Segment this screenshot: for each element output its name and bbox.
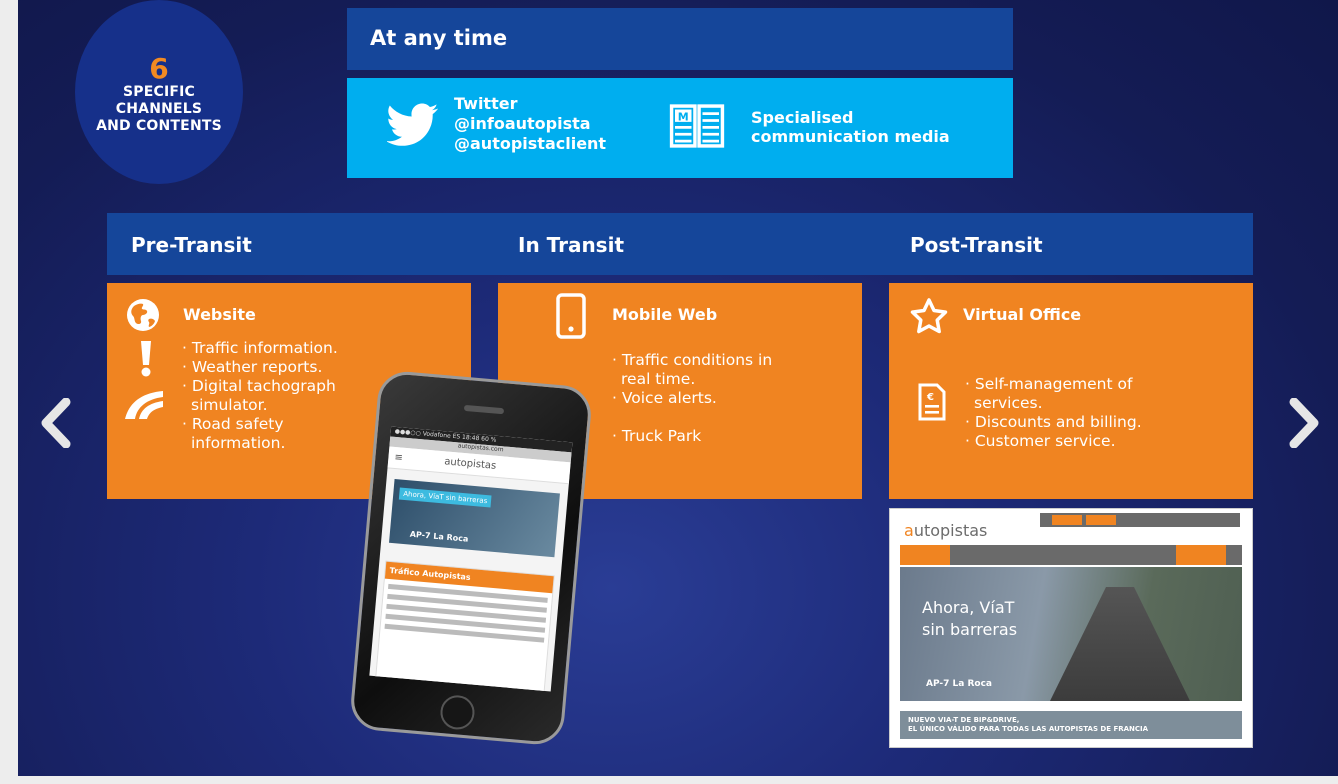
previous-slide-button[interactable]	[38, 397, 74, 449]
svg-text:M: M	[678, 111, 689, 124]
virtual-office-title: Virtual Office	[963, 305, 1082, 324]
in-transit-header: In Transit	[518, 233, 625, 257]
website-hero-title: Ahora, VíaT sin barreras	[922, 598, 1018, 639]
mobile-web-title: Mobile Web	[612, 305, 718, 324]
website-footer-banner: NUEVO VIA-T DE BIP&DRIVE, EL ÚNICO VÁLID…	[900, 711, 1242, 739]
anytime-channels: Twitter @infoautopista @autopistaclient …	[347, 78, 1013, 178]
website-hero-caption: AP-7 La Roca	[926, 679, 992, 689]
website-nav-bar	[900, 545, 1242, 565]
page-bottom-margin	[0, 776, 1338, 784]
badge-line-1: SPECIFIC	[122, 83, 196, 100]
virtual-office-features: Self-management ofservices. Discounts an…	[963, 375, 1243, 451]
next-slide-button[interactable]	[1286, 397, 1322, 449]
virtual-office-card: € Virtual Office Self-management ofservi…	[889, 283, 1253, 499]
feature-discounts-billing: Discounts and billing.	[963, 413, 1243, 432]
phone-screen: ●●●○○ Vodafone ES 18:48 60 % autopistas.…	[369, 426, 573, 692]
feature-voice-alerts: Voice alerts.	[610, 389, 850, 408]
mobile-web-features: Traffic conditions inreal time. Voice al…	[610, 351, 850, 446]
website-top-bar	[1040, 513, 1240, 527]
post-transit-header: Post-Transit	[910, 233, 1043, 257]
exclamation-icon	[141, 341, 151, 377]
media-line-2: communication media	[751, 127, 950, 146]
chevron-right-icon	[1289, 397, 1319, 449]
page-left-margin	[0, 0, 18, 784]
svg-text:€: €	[926, 392, 934, 403]
website-title: Website	[183, 305, 256, 324]
road-image	[1050, 587, 1190, 701]
website-logo: autopistas	[904, 521, 988, 540]
star-icon	[910, 298, 948, 334]
phone-mockup: ●●●○○ Vodafone ES 18:48 60 % autopistas.…	[348, 369, 594, 747]
twitter-label: Twitter	[454, 94, 518, 113]
slide: 6 SPECIFIC CHANNELS AND CONTENTS At any …	[18, 0, 1338, 784]
channels-badge: 6 SPECIFIC CHANNELS AND CONTENTS	[75, 0, 243, 184]
phone-twitter-feed: Tráfico Autopistas	[374, 560, 555, 692]
road-icon	[125, 391, 163, 419]
twitter-bird-icon	[387, 103, 439, 146]
website-hero: Ahora, VíaT sin barreras AP-7 La Roca	[900, 567, 1242, 701]
twitter-handle-1: @infoautopista	[454, 114, 591, 133]
hamburger-menu-icon: ≡	[393, 451, 404, 464]
invoice-icon: €	[918, 383, 946, 421]
anytime-header: At any time	[347, 8, 1013, 70]
feature-customer-service: Customer service.	[963, 432, 1243, 451]
feature-truck-park: Truck Park	[610, 427, 850, 446]
twitter-handle-2: @autopistaclient	[454, 134, 607, 153]
phone-site-logo: autopistas	[443, 456, 497, 472]
twitter-channel: Twitter @infoautopista @autopistaclient	[454, 94, 606, 154]
badge-line-2: CHANNELS	[115, 100, 203, 117]
newspaper-icon: M	[669, 104, 725, 148]
mobile-phone-icon	[556, 293, 586, 339]
badge-line-3: AND CONTENTS	[96, 117, 222, 134]
feature-traffic-information: Traffic information.	[180, 339, 460, 358]
phone-banner-tag: Ahora, VíaT sin barreras	[398, 487, 492, 508]
media-line-1: Specialised	[751, 108, 854, 127]
website-screenshot: autopistas Ahora, VíaT sin barreras AP-7 …	[889, 508, 1253, 748]
media-channel: Specialised communication media	[751, 108, 950, 146]
chevron-left-icon	[41, 397, 71, 449]
pre-transit-title: Pre-Transit	[131, 233, 252, 257]
feature-self-management: Self-management ofservices.	[963, 375, 1243, 413]
badge-number: 6	[149, 51, 169, 85]
globe-icon	[127, 299, 159, 331]
feature-traffic-conditions: Traffic conditions inreal time.	[610, 351, 850, 389]
phone-banner-caption: AP-7 La Roca	[409, 529, 469, 544]
phone-banner: Ahora, VíaT sin barreras AP-7 La Roca	[389, 479, 560, 558]
